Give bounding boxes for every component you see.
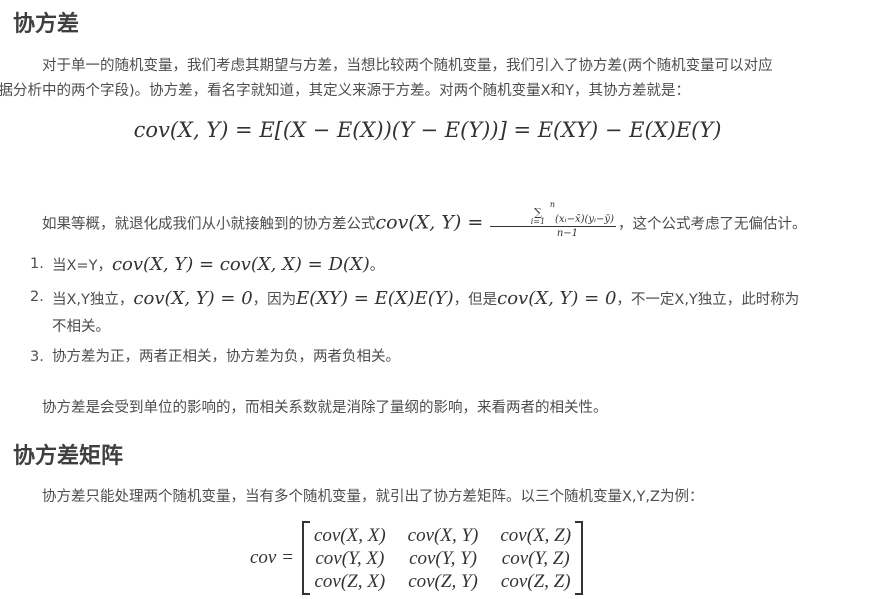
matrix-cell: cov(Y, X)	[315, 547, 385, 569]
equal-prob-suffix: ，这个公式考虑了无偏估计。	[617, 216, 807, 233]
fraction-numerator: (xᵢ−x̄)(yᵢ−ȳ)	[555, 214, 614, 225]
matrix-cell: cov(X, Z)	[500, 524, 572, 546]
matrix-grid: cov(X, X) cov(X, Y) cov(X, Z) cov(Y, X) …	[310, 524, 575, 593]
section-heading-covariance-matrix: 协方差矩阵	[13, 444, 124, 469]
intro-line-1: 对于单一的随机变量，我们考虑其期望与方差，当想比较两个随机变量，我们引入了协方差…	[42, 58, 773, 74]
covariance-matrix-formula: cov = cov(X, X) cov(X, Y) cov(X, Z) cov(…	[250, 521, 584, 595]
equal-prob-prefix: 如果等概，就退化成我们从小就接触到的协方差公式	[42, 216, 376, 233]
matrix-cell: cov(X, Y)	[407, 524, 479, 546]
matrix-lhs: cov =	[250, 547, 294, 568]
matrix-cell: cov(Z, Y)	[408, 570, 478, 592]
fraction-denominator: n−1	[556, 228, 579, 239]
matrix-intro-paragraph: 协方差只能处理两个随机变量，当有多个随机变量，就引出了协方差矩阵。以三个随机变量…	[42, 489, 704, 505]
covariance-definition-formula: cov(X, Y) = E[(X − E(X))(Y − E(Y))] = E(…	[133, 118, 722, 142]
matrix-cell: cov(X, X)	[313, 524, 386, 546]
matrix-cell: cov(Z, Z)	[500, 570, 571, 592]
unit-note-paragraph: 协方差是会受到单位的影响的，而相关系数就是消除了量纲的影响，来看两者的相关性。	[42, 400, 608, 416]
right-bracket	[575, 521, 584, 595]
matrix-cell: cov(Z, X)	[314, 570, 386, 592]
equal-probability-paragraph: 如果等概，就退化成我们从小就接触到的协方差公式cov(X, Y) = n ∑ i…	[13, 201, 861, 244]
intro-line-2: 数据分析中的两个字段)。协方差，看名字就知道，其定义来源于方差。对两个随机变量X…	[0, 83, 690, 99]
equal-prob-formula-lhs: cov(X, Y) =	[375, 211, 484, 234]
summation-symbol: n ∑ i=1	[530, 200, 556, 226]
left-bracket	[301, 521, 310, 595]
matrix-cell: cov(Y, Y)	[409, 547, 477, 569]
unbiased-covariance-fraction: n ∑ i=1 (xᵢ−x̄)(yᵢ−ȳ) n−1	[489, 200, 616, 240]
intro-paragraph: 对于单一的随机变量，我们考虑其期望与方差，当想比较两个随机变量，我们引入了协方差…	[0, 54, 861, 104]
section-heading-covariance: 协方差	[13, 12, 80, 37]
matrix-cell: cov(Y, Z)	[501, 547, 570, 569]
